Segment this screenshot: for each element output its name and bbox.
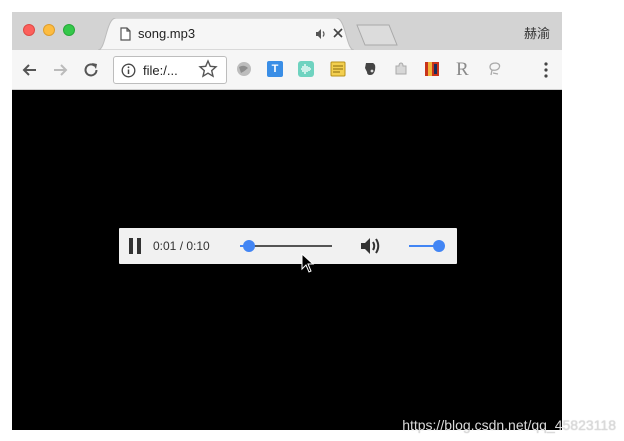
- seek-thumb[interactable]: [243, 240, 256, 252]
- arrow-left-icon[interactable]: [20, 60, 40, 80]
- close-window-button[interactable]: [23, 24, 35, 36]
- arrow-right-icon[interactable]: [50, 60, 70, 80]
- notes-icon[interactable]: [330, 61, 346, 77]
- info-icon[interactable]: [121, 63, 136, 78]
- document-icon: [120, 27, 131, 41]
- close-icon[interactable]: [332, 27, 344, 39]
- mouse-cursor-icon: [301, 253, 315, 273]
- volume-slider[interactable]: [409, 240, 445, 252]
- url-text: file:/...: [143, 63, 178, 78]
- volume-icon[interactable]: [359, 236, 383, 256]
- evernote-icon[interactable]: [362, 61, 378, 77]
- audio-player: 0:01 / 0:10: [119, 228, 457, 264]
- seek-slider[interactable]: [240, 240, 332, 252]
- waveform-icon[interactable]: [298, 61, 314, 77]
- speaker-icon[interactable]: [315, 28, 327, 40]
- pause-bar-right: [137, 238, 141, 254]
- puzzle-icon[interactable]: [393, 61, 409, 77]
- minimize-window-button[interactable]: [43, 24, 55, 36]
- volume-thumb[interactable]: [433, 240, 445, 252]
- new-tab-button[interactable]: [356, 24, 398, 46]
- toolbar: file:/... T R: [12, 50, 562, 90]
- tab-title: song.mp3: [138, 26, 196, 41]
- maximize-window-button[interactable]: [63, 24, 75, 36]
- kebab-menu-icon[interactable]: [536, 60, 556, 80]
- r-extension-icon[interactable]: R: [456, 59, 469, 81]
- globe-icon[interactable]: [236, 61, 252, 77]
- pause-bar-left: [129, 238, 133, 254]
- translate-extension-label: T: [271, 63, 279, 75]
- lasso-icon[interactable]: [487, 61, 503, 77]
- star-icon[interactable]: [198, 59, 218, 79]
- profile-name[interactable]: 赫渝: [524, 23, 550, 42]
- book-icon[interactable]: [424, 61, 440, 77]
- browser-window: song.mp3 赫渝 file:/... T R 0:01 / 0:10: [12, 12, 562, 430]
- watermark: https://blog.csdn.net/qq_45823118: [402, 417, 616, 433]
- reload-icon[interactable]: [81, 60, 101, 80]
- time-display: 0:01 / 0:10: [153, 239, 210, 253]
- pause-button[interactable]: [129, 238, 143, 254]
- translate-extension-icon[interactable]: T: [267, 61, 283, 77]
- tab-song[interactable]: song.mp3: [98, 18, 354, 50]
- tab-strip: song.mp3 赫渝: [12, 12, 562, 50]
